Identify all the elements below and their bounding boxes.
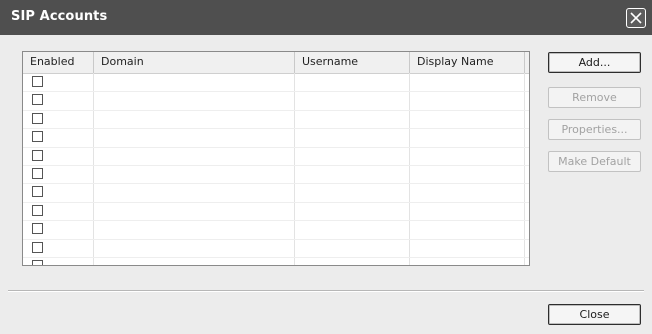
enabled-checkbox[interactable] — [32, 76, 43, 87]
add-button[interactable]: Add... — [548, 52, 641, 73]
enabled-checkbox[interactable] — [32, 149, 43, 161]
table-body — [23, 74, 529, 265]
table-row[interactable] — [23, 203, 529, 222]
close-button[interactable]: Close — [548, 304, 641, 325]
table-row[interactable] — [23, 166, 529, 185]
make-default-button[interactable]: Make Default — [548, 151, 641, 172]
enabled-checkbox[interactable] — [32, 259, 43, 265]
column-header-username[interactable]: Username — [295, 52, 410, 73]
table-row[interactable] — [23, 92, 529, 111]
close-window-button[interactable] — [626, 8, 646, 28]
table-row[interactable] — [23, 111, 529, 130]
table-row[interactable] — [23, 129, 529, 148]
table-row[interactable] — [23, 74, 529, 93]
accounts-table[interactable]: Enabled Domain Username Display Name — [22, 51, 530, 266]
enabled-checkbox[interactable] — [32, 186, 43, 198]
table-row[interactable] — [23, 148, 529, 166]
column-header-display-name[interactable]: Display Name — [410, 52, 525, 73]
sip-accounts-dialog: SIP Accounts Enabled Domain Username Dis… — [0, 0, 652, 334]
enabled-checkbox[interactable] — [32, 131, 43, 143]
column-header-domain[interactable]: Domain — [94, 52, 295, 73]
close-icon — [630, 12, 642, 24]
window-title: SIP Accounts — [11, 9, 108, 24]
enabled-checkbox[interactable] — [32, 241, 43, 253]
table-header: Enabled Domain Username Display Name — [23, 52, 529, 74]
column-header-enabled[interactable]: Enabled — [23, 52, 94, 73]
properties-button[interactable]: Properties... — [548, 119, 641, 140]
enabled-checkbox[interactable] — [32, 223, 43, 235]
enabled-checkbox[interactable] — [32, 94, 43, 106]
enabled-checkbox[interactable] — [32, 204, 43, 216]
divider — [8, 290, 644, 292]
title-bar[interactable]: SIP Accounts — [0, 0, 652, 35]
table-row[interactable] — [23, 240, 529, 258]
remove-button[interactable]: Remove — [548, 87, 641, 108]
table-row[interactable] — [23, 258, 529, 265]
table-row[interactable] — [23, 221, 529, 240]
table-row[interactable] — [23, 184, 529, 203]
enabled-checkbox[interactable] — [32, 112, 43, 124]
enabled-checkbox[interactable] — [32, 167, 43, 179]
